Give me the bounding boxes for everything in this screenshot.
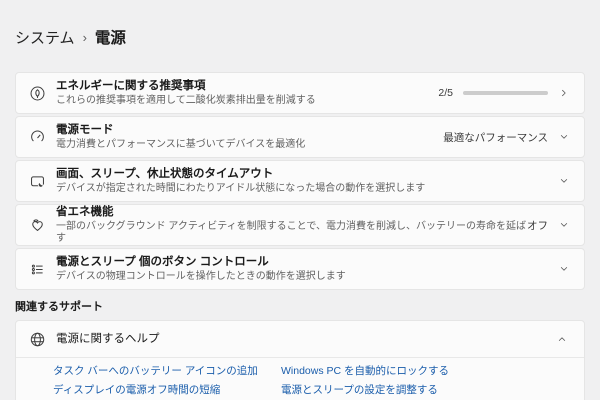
- screen-moon-icon: [29, 173, 46, 190]
- chevron-up-icon: [556, 333, 568, 345]
- card-power-mode[interactable]: 電源モード 電力消費とパフォーマンスに基づいてデバイスを最適化 最適なパフォーマ…: [15, 116, 585, 158]
- power-mode-value: 最適なパフォーマンス: [443, 130, 548, 145]
- settings-card-list: エネルギーに関する推奨事項 これらの推奨事項を適用して二酸化炭素排出量を削減する…: [15, 72, 585, 290]
- link-lock-pc-automatically[interactable]: Windows PC を自動的にロックする: [281, 364, 449, 379]
- leaf-circle-icon: [29, 85, 46, 102]
- card-screen-sleep-timeouts[interactable]: 画面、スリープ、休止状態のタイムアウト デバイスが指定された時間にわたりアイドル…: [15, 160, 585, 202]
- help-card: 電源に関するヘルプ タスク バーへのバッテリー アイコンの追加 Windows …: [15, 320, 585, 400]
- card-subtitle: デバイスが指定された時間にわたりアイドル状態になった場合の動作を選択します: [56, 183, 425, 195]
- chevron-down-icon: [558, 131, 570, 143]
- help-links: タスク バーへのバッテリー アイコンの追加 Windows PC を自動的にロッ…: [16, 358, 584, 400]
- link-adjust-power-sleep-settings[interactable]: 電源とスリープの設定を調整する: [281, 383, 438, 398]
- globe-icon: [29, 331, 46, 348]
- chevron-right-icon: [558, 87, 570, 99]
- leaf-heart-icon: [29, 217, 46, 234]
- chevron-down-icon: [558, 175, 570, 187]
- chevron-down-icon: [558, 219, 570, 231]
- link-shorten-display-off-time[interactable]: ディスプレイの電源オフ時間の短縮: [53, 383, 220, 398]
- breadcrumb-separator: ›: [83, 30, 87, 45]
- help-card-header[interactable]: 電源に関するヘルプ: [16, 321, 584, 357]
- sliders-icon: [29, 261, 46, 278]
- card-subtitle: デバイスの物理コントロールを操作したときの動作を選択します: [56, 271, 346, 283]
- card-title: 省エネ機能: [56, 206, 527, 219]
- chevron-down-icon: [558, 263, 570, 275]
- link-add-battery-icon-taskbar[interactable]: タスク バーへのバッテリー アイコンの追加: [53, 364, 258, 379]
- energy-score: 2/5: [438, 87, 453, 99]
- page-title: 電源: [95, 26, 126, 48]
- card-power-sleep-buttons[interactable]: 電源とスリープ 個のボタン コントロール デバイスの物理コントロールを操作したと…: [15, 248, 585, 290]
- card-energy-recommendations[interactable]: エネルギーに関する推奨事項 これらの推奨事項を適用して二酸化炭素排出量を削減する…: [15, 72, 585, 114]
- energy-progress-bar: [463, 91, 548, 95]
- settings-page: システム › 電源 エネルギーに関する推奨事項 これらの推奨事項を適用して二酸化…: [0, 0, 600, 400]
- card-subtitle: これらの推奨事項を適用して二酸化炭素排出量を削減する: [56, 95, 316, 107]
- breadcrumb-system[interactable]: システム: [15, 27, 75, 48]
- card-subtitle: 電力消費とパフォーマンスに基づいてデバイスを最適化: [56, 139, 305, 151]
- related-support-header: 関連するサポート: [15, 298, 585, 314]
- card-subtitle: 一部のバックグラウンド アクティビティを制限することで、電力消費を削減し、バッテ…: [56, 221, 527, 245]
- card-title: エネルギーに関する推奨事項: [56, 80, 316, 93]
- breadcrumb: システム › 電源: [15, 26, 585, 48]
- card-title: 電源とスリープ 個のボタン コントロール: [56, 256, 346, 269]
- card-title: 画面、スリープ、休止状態のタイムアウト: [56, 168, 425, 181]
- help-card-title: 電源に関するヘルプ: [56, 333, 160, 346]
- card-title: 電源モード: [56, 124, 305, 137]
- card-energy-saver[interactable]: 省エネ機能 一部のバックグラウンド アクティビティを制限することで、電力消費を削…: [15, 204, 585, 246]
- energy-saver-state: オフ: [527, 218, 548, 233]
- gauge-icon: [29, 129, 46, 146]
